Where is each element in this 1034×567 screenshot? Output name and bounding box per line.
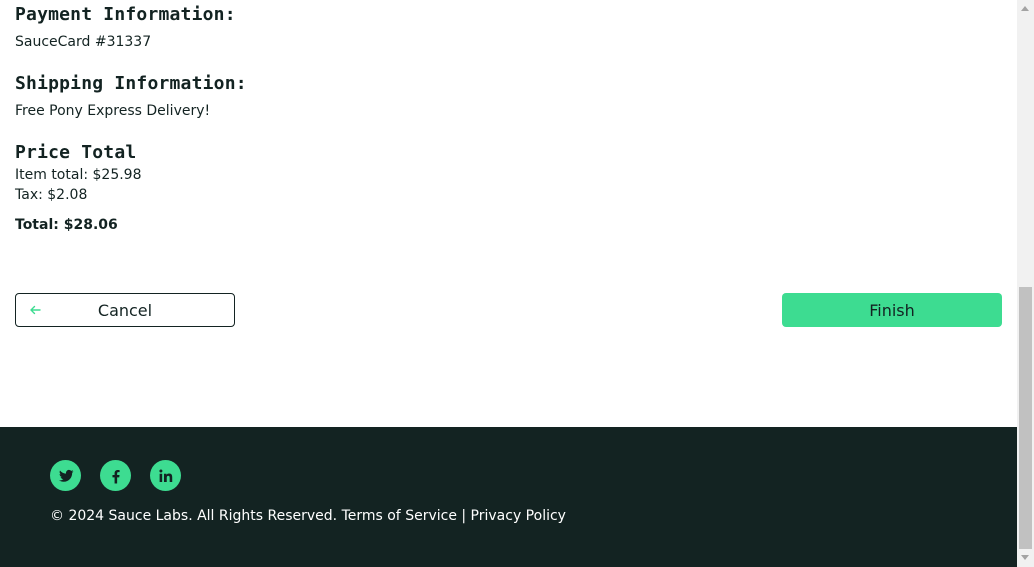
checkout-summary: Payment Information: SauceCard #31337 Sh… bbox=[0, 0, 1017, 427]
price-total-label: Price Total bbox=[15, 142, 137, 163]
shipping-info-value: Free Pony Express Delivery! bbox=[15, 103, 211, 119]
footer: © 2024 Sauce Labs. All Rights Reserved. … bbox=[0, 427, 1017, 567]
cancel-button-label: Cancel bbox=[97, 300, 153, 320]
arrow-left-icon bbox=[30, 305, 41, 315]
finish-button-label: Finish bbox=[869, 300, 915, 320]
finish-button[interactable]: Finish bbox=[782, 293, 1002, 327]
scroll-down-arrow-icon[interactable] bbox=[1021, 555, 1029, 560]
payment-info-value: SauceCard #31337 bbox=[15, 34, 152, 50]
cancel-button[interactable]: Cancel bbox=[15, 293, 235, 327]
vertical-scrollbar[interactable] bbox=[1017, 0, 1034, 567]
scroll-up-arrow-icon[interactable] bbox=[1021, 6, 1029, 11]
item-total: Item total: $25.98 bbox=[15, 167, 142, 183]
shipping-info-label: Shipping Information: bbox=[15, 73, 247, 94]
tax-value: Tax: $2.08 bbox=[15, 187, 88, 203]
total-value: Total: $28.06 bbox=[15, 217, 118, 233]
copyright-text: © 2024 Sauce Labs. All Rights Reserved. … bbox=[50, 508, 566, 524]
scrollbar-thumb[interactable] bbox=[1019, 287, 1032, 549]
linkedin-icon[interactable] bbox=[150, 460, 181, 491]
payment-info-label: Payment Information: bbox=[15, 4, 236, 25]
twitter-icon[interactable] bbox=[50, 460, 81, 491]
facebook-icon[interactable] bbox=[100, 460, 131, 491]
